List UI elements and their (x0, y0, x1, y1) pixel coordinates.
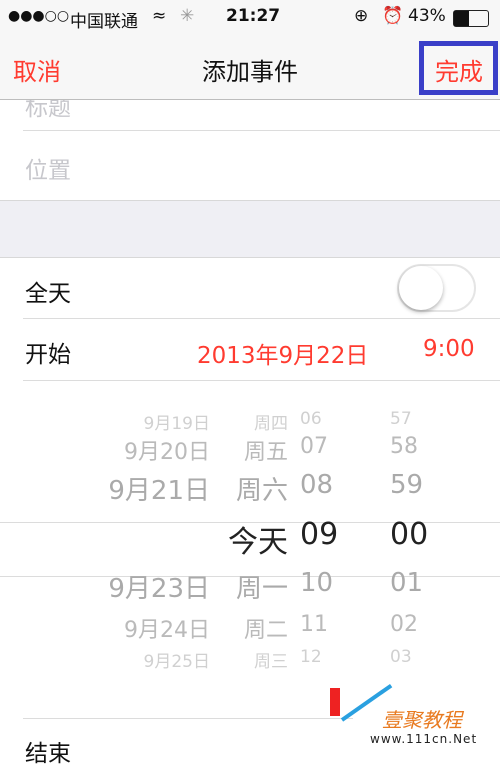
section-gap (0, 200, 500, 258)
picker-hour: 10 (300, 568, 334, 598)
location-input[interactable]: 位置 (25, 151, 71, 185)
wifi-icon: ≈ (152, 6, 167, 26)
start-row[interactable]: 开始 2013年9月22日 9:00 (0, 319, 500, 380)
picker-weekday: 周三 (254, 651, 288, 672)
picker-weekday: 周六 (235, 476, 288, 506)
picker-hour: 09 (300, 517, 339, 552)
divider (23, 718, 353, 719)
picker-minute: 03 (390, 646, 412, 667)
done-button[interactable]: 完成 (435, 52, 483, 87)
picker-weekday: 周二 (243, 618, 288, 643)
watermark-url: www.111cn.Net (370, 732, 478, 746)
picker-weekday: 周一 (235, 574, 288, 604)
watermark-name: 壹聚教程 (382, 708, 462, 732)
clock: 21:27 (226, 6, 281, 26)
date-time-picker[interactable]: 9月19日 周四 06 57 9月20日 周五 07 58 9月21日 周六 08 59 今天 09 00 9… (0, 395, 500, 705)
picker-hour: 06 (300, 408, 322, 429)
picker-minute: 57 (390, 408, 412, 429)
end-label: 结束 (25, 741, 71, 767)
alarm-icon: ⏰ (382, 6, 404, 26)
battery-percent: 43% (408, 6, 446, 26)
picker-minute: 01 (390, 568, 424, 598)
picker-weekday: 周五 (243, 440, 288, 465)
picker-date: 9月21日 (108, 476, 210, 506)
carrier: 中国联通 (70, 12, 138, 32)
all-day-toggle[interactable] (397, 264, 476, 312)
rotation-lock-icon: ⊕ (354, 6, 369, 26)
divider (23, 380, 500, 381)
picker-weekday: 周四 (254, 413, 288, 434)
start-time: 9:00 (423, 336, 475, 362)
signal-strength: ●●●○○ (8, 8, 70, 24)
picker-hour: 07 (300, 434, 328, 459)
picker-hour: 11 (300, 612, 328, 637)
picker-date: 9月25日 (143, 651, 210, 672)
all-day-label: 全天 (25, 281, 71, 307)
picker-hour: 08 (300, 470, 334, 500)
picker-minute: 59 (390, 470, 424, 500)
picker-minute: 58 (390, 434, 418, 459)
picker-date: 9月20日 (124, 440, 210, 465)
navigation-bar: 取消 添加事件 完成 (0, 38, 500, 100)
toggle-knob (399, 266, 443, 310)
picker-hour: 12 (300, 646, 322, 667)
status-bar: ●●●○○ 中国联通 ≈ ✳ 21:27 ⊕ ⏰ 43% (0, 0, 500, 38)
picker-date: 9月23日 (108, 574, 210, 604)
picker-minute: 00 (390, 517, 429, 552)
activity-spinner-icon: ✳ (180, 6, 195, 26)
watermark-logo: 壹聚教程 www.111cn.Net (330, 680, 500, 750)
divider (23, 130, 500, 131)
picker-weekday: 今天 (228, 525, 288, 560)
start-date: 2013年9月22日 (197, 343, 369, 369)
watermark-mark (330, 688, 340, 716)
picker-minute: 02 (390, 612, 418, 637)
start-label: 开始 (25, 342, 71, 368)
battery-icon (453, 10, 489, 27)
picker-date: 9月19日 (143, 413, 210, 434)
picker-date: 9月24日 (124, 618, 210, 643)
